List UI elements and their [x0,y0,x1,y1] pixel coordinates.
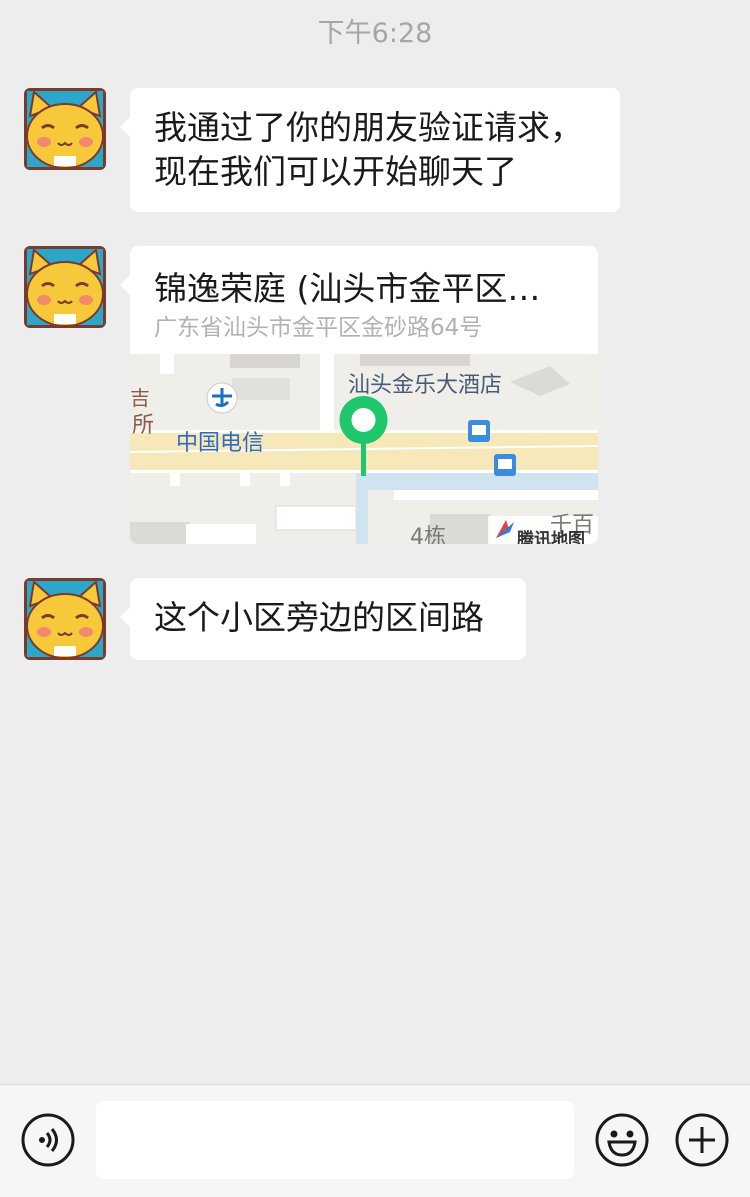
avatar[interactable] [24,578,106,660]
avatar[interactable] [24,246,106,328]
message-text-line2: 现在我们可以开始聊天了 [154,152,517,191]
message-text-line1: 我通过了你的朋友验证请求， [154,108,583,147]
voice-button[interactable] [20,1112,76,1168]
more-button[interactable] [674,1112,730,1168]
message-bubble[interactable]: 我通过了你的朋友验证请求， 现在我们可以开始聊天了 [120,88,620,212]
location-card[interactable]: 锦逸荣庭 (汕头市金平区… 广东省汕头市金平区金砂路64号 汕头金乐大酒店 中国… [120,246,598,544]
voice-icon [21,1113,75,1167]
map-provider-label: 腾讯地图 [517,530,585,544]
message-input[interactable] [96,1101,574,1179]
map-label-hotel: 汕头金乐大酒店 [348,373,503,398]
location-title: 锦逸荣庭 (汕头市金平区… [154,269,541,308]
plus-icon [675,1113,729,1167]
message-bubble[interactable]: 这个小区旁边的区间路 [120,578,526,660]
avatar[interactable] [24,88,106,170]
emoji-button[interactable] [594,1112,650,1168]
emoji-icon [595,1113,649,1167]
input-bar [0,1084,750,1197]
map-label-telecom: 中国电信 [176,431,265,456]
map-label-building: 4栋 [410,525,446,544]
timestamp: 下午6:28 [317,18,433,49]
location-map[interactable]: 汕头金乐大酒店 中国电信 吉 所 4栋 千百 腾讯地图 [130,354,598,544]
map-label-partial: 所 [132,413,155,438]
location-address: 广东省汕头市金平区金砂路64号 [154,315,483,341]
message-text: 这个小区旁边的区间路 [154,598,484,637]
